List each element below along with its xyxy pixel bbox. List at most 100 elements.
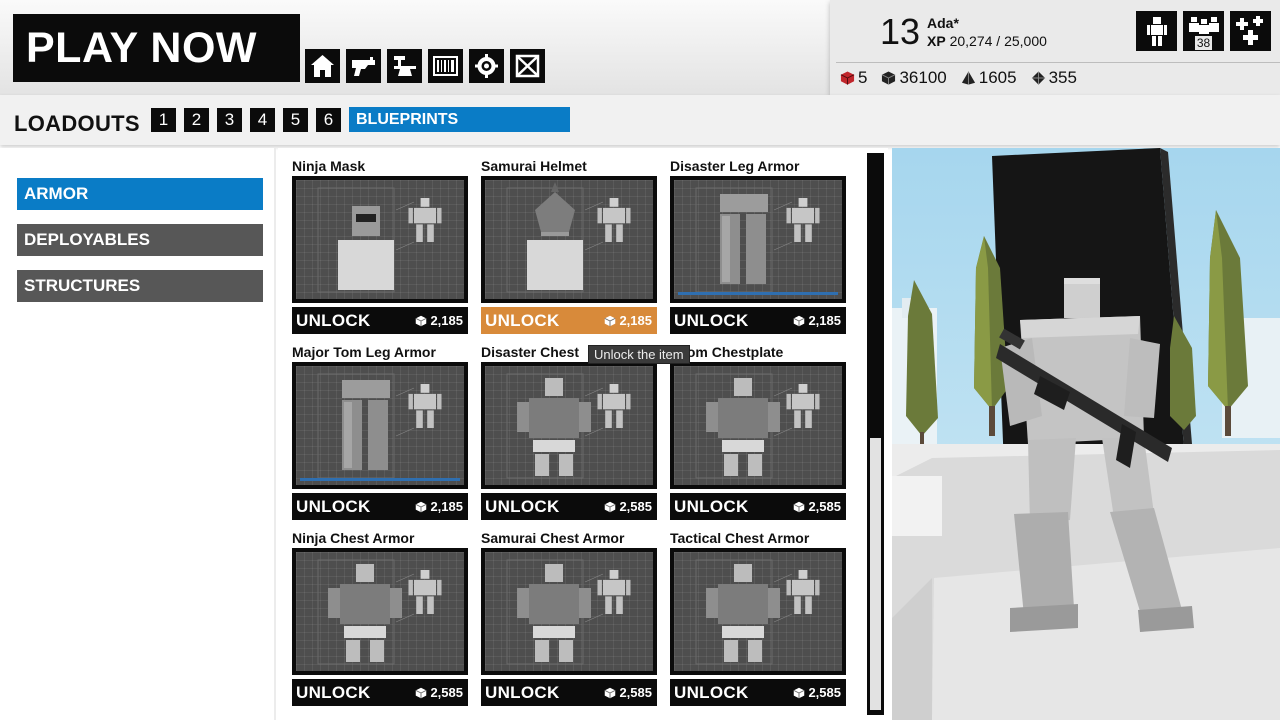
blueprint-card-major-tom-leg-armor[interactable]: Major Tom Leg Armor UNLOCK 2,185 <box>292 344 468 520</box>
settings-gear-icon[interactable] <box>469 49 504 83</box>
blueprint-preview[interactable] <box>292 362 468 489</box>
home-icon[interactable] <box>305 49 340 83</box>
blueprint-image <box>485 180 653 299</box>
loadout-slot-3[interactable]: 3 <box>217 108 242 132</box>
blueprint-image <box>674 552 842 671</box>
blueprint-preview[interactable] <box>481 548 657 675</box>
blueprint-name: Ninja Mask <box>292 158 366 174</box>
block-icon <box>794 315 805 326</box>
blueprint-image <box>296 366 464 485</box>
scrollbar-thumb[interactable] <box>870 438 881 710</box>
blueprint-card-disaster-chest[interactable]: Disaster Chest UNLOCK 2,585 <box>481 344 657 520</box>
loadout-slot-4[interactable]: 4 <box>250 108 275 132</box>
unlock-button[interactable]: UNLOCK 2,185 <box>292 307 468 334</box>
unlock-price: 2,185 <box>604 313 652 328</box>
unlock-button[interactable]: UNLOCK 2,185 <box>481 307 657 334</box>
unlock-label: UNLOCK <box>674 496 749 516</box>
unlock-price: 2,585 <box>415 685 463 700</box>
blueprint-preview[interactable] <box>670 362 846 489</box>
loadout-slots: 1 2 3 4 5 6 <box>151 108 341 132</box>
blueprint-name: Major Tom Leg Armor <box>292 344 436 360</box>
unlock-price: 2,585 <box>604 499 652 514</box>
block-icon <box>605 687 616 698</box>
blueprint-card-samurai-chest-armor[interactable]: Samurai Chest Armor UNLOCK 2,585 <box>481 530 657 706</box>
unlock-button[interactable]: UNLOCK 2,585 <box>292 679 468 706</box>
blueprint-preview[interactable] <box>292 176 468 303</box>
profile-panel: 13 Ada* XP 20,274 / 25,000 38 5 36100 16… <box>830 0 1280 95</box>
crate-icon[interactable] <box>510 49 545 83</box>
unlock-label: UNLOCK <box>674 310 749 330</box>
loadout-slot-1[interactable]: 1 <box>151 108 176 132</box>
xp-label: XP <box>927 33 946 49</box>
unlock-label: UNLOCK <box>485 496 560 516</box>
blueprint-preview[interactable] <box>670 548 846 675</box>
add-stats-icon[interactable] <box>1230 11 1271 51</box>
loadout-slot-2[interactable]: 2 <box>184 108 209 132</box>
currency-diamonds: 355 <box>1031 68 1077 88</box>
category-structures[interactable]: STRUCTURES <box>17 270 263 302</box>
player-name: Ada* <box>927 15 959 31</box>
unlock-button[interactable]: UNLOCK 2,185 <box>292 493 468 520</box>
blueprint-card-disaster-leg-armor[interactable]: Disaster Leg Armor UNLOCK 2,185 <box>670 158 846 334</box>
block-icon <box>794 687 805 698</box>
unlock-label: UNLOCK <box>485 310 560 330</box>
block-icon <box>882 71 896 85</box>
main-nav <box>305 49 545 83</box>
currency-red-cubes: 5 <box>840 68 867 88</box>
play-now-button[interactable]: PLAY NOW <box>13 14 300 82</box>
blueprint-name: Ninja Chest Armor <box>292 530 415 546</box>
unlock-price: 2,185 <box>415 499 463 514</box>
blueprint-name: Samurai Chest Armor <box>481 530 625 546</box>
blueprint-image <box>296 180 464 299</box>
blueprint-image <box>485 366 653 485</box>
character-icon[interactable] <box>1136 11 1177 51</box>
squad-count: 38 <box>1194 36 1213 50</box>
blueprint-card-samurai-helmet[interactable]: Samurai Helmet UNLOCK 2,185 <box>481 158 657 334</box>
barcode-icon[interactable] <box>428 49 463 83</box>
blueprint-preview[interactable] <box>481 176 657 303</box>
blueprint-image <box>296 552 464 671</box>
unlock-button[interactable]: UNLOCK 2,585 <box>481 493 657 520</box>
weapons-icon[interactable] <box>346 49 381 83</box>
category-armor[interactable]: ARMOR <box>17 178 263 210</box>
grid-scrollbar[interactable] <box>867 153 884 715</box>
blueprint-image <box>674 366 842 485</box>
unlock-label: UNLOCK <box>674 682 749 702</box>
category-deployables[interactable]: DEPLOYABLES <box>17 224 263 256</box>
profile-divider <box>836 62 1280 63</box>
xp-readout: XP 20,274 / 25,000 <box>927 33 1047 49</box>
unlock-price: 2,585 <box>793 685 841 700</box>
blueprint-card-r-tom-chestplate[interactable]: r Tom Chestplate UNLOCK 2,585 <box>670 344 846 520</box>
blueprint-preview[interactable] <box>292 548 468 675</box>
blueprint-card-tactical-chest-armor[interactable]: Tactical Chest Armor UNLOCK 2,585 <box>670 530 846 706</box>
unlock-price: 2,585 <box>604 685 652 700</box>
unlock-label: UNLOCK <box>296 310 371 330</box>
unlock-price: 2,185 <box>415 313 463 328</box>
blueprint-name: r Tom Chestplate <box>670 344 784 360</box>
loadout-slot-6[interactable]: 6 <box>316 108 341 132</box>
block-icon <box>416 687 427 698</box>
blueprint-name: Tactical Chest Armor <box>670 530 810 546</box>
unlock-button[interactable]: UNLOCK 2,585 <box>481 679 657 706</box>
blueprint-card-ninja-chest-armor[interactable]: Ninja Chest Armor UNLOCK 2,585 <box>292 530 468 706</box>
blueprint-preview[interactable] <box>670 176 846 303</box>
unlock-button[interactable]: UNLOCK 2,585 <box>670 493 846 520</box>
top-bar: PLAY NOW <box>0 0 830 95</box>
block-icon <box>416 501 427 512</box>
block-icon <box>605 501 616 512</box>
crafting-anvil-icon[interactable] <box>387 49 422 83</box>
blueprint-image <box>674 180 842 299</box>
red-cube-icon <box>840 71 855 85</box>
loadout-slot-5[interactable]: 5 <box>283 108 308 132</box>
block-icon <box>605 315 616 326</box>
squad-icon[interactable]: 38 <box>1183 11 1224 51</box>
blueprint-card-ninja-mask[interactable]: Ninja Mask UNLOCK 2,185 <box>292 158 468 334</box>
blueprints-tab[interactable]: BLUEPRINTS <box>349 107 570 132</box>
blueprint-preview[interactable] <box>481 362 657 489</box>
unlock-button[interactable]: UNLOCK 2,585 <box>670 679 846 706</box>
category-sidebar: ARMOR DEPLOYABLES STRUCTURES <box>0 148 276 720</box>
unlock-button[interactable]: UNLOCK 2,185 <box>670 307 846 334</box>
loadouts-bar: LOADOUTS 1 2 3 4 5 6 BLUEPRINTS <box>0 95 1280 145</box>
blueprint-image <box>485 552 653 671</box>
unlock-tooltip: Unlock the item <box>588 345 690 364</box>
